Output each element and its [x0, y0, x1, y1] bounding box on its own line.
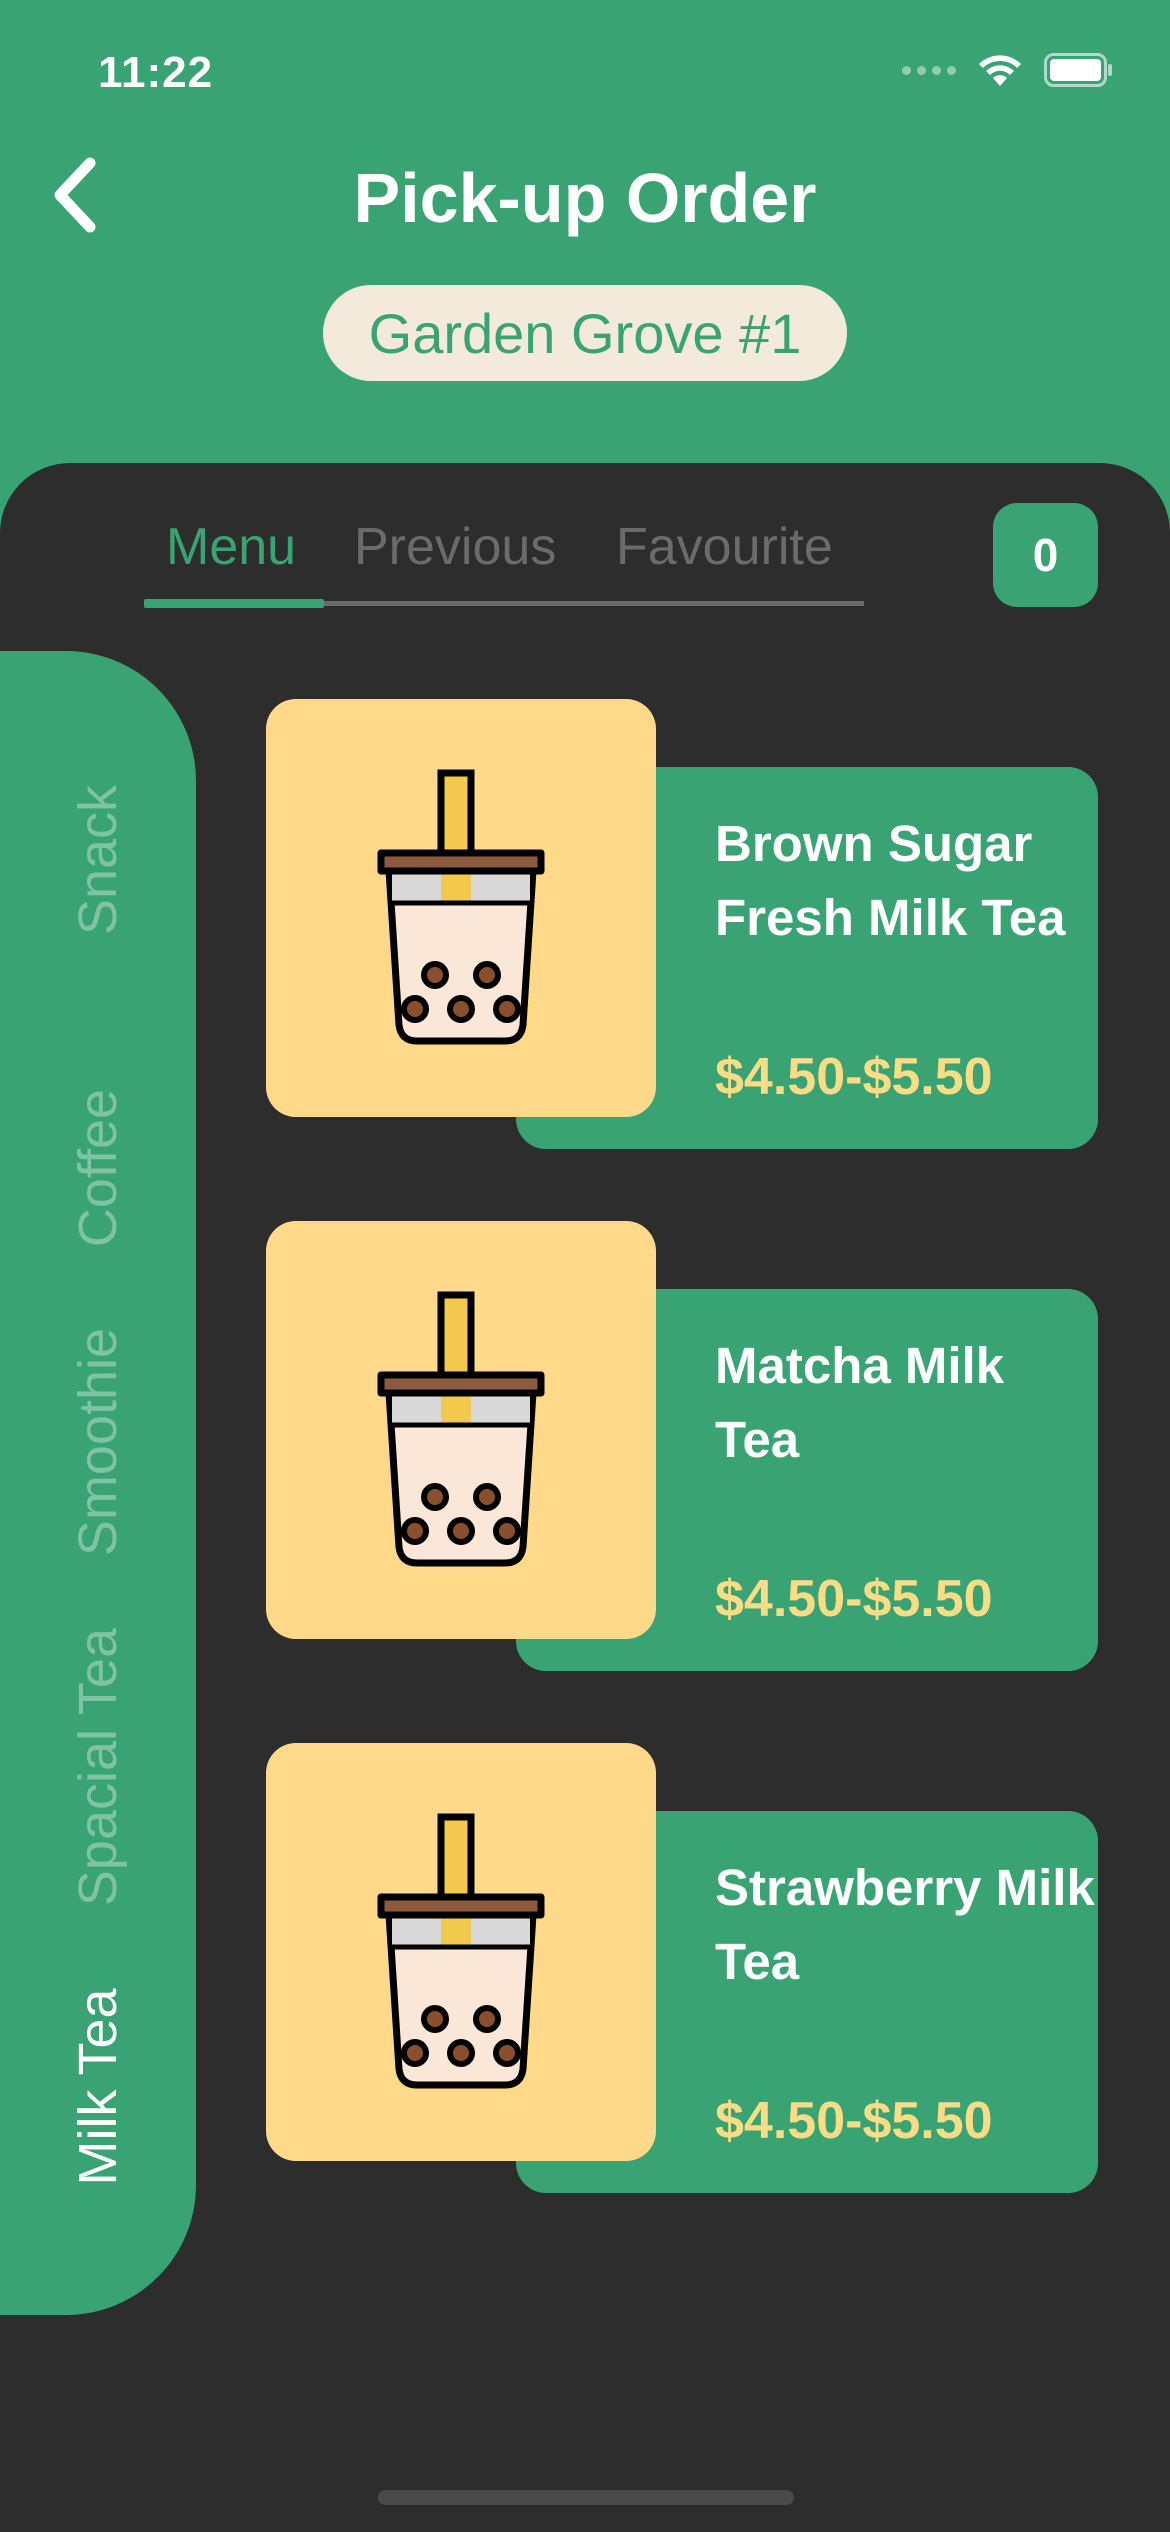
category-spacial-tea[interactable]: Spacial Tea [67, 1628, 129, 1906]
product-thumb [266, 699, 656, 1117]
category-snack[interactable]: Snack [67, 785, 129, 935]
bubble-tea-icon [377, 769, 545, 1045]
bubble-tea-icon [377, 1291, 545, 1567]
tab-menu[interactable]: Menu [166, 517, 296, 577]
status-time: 11:22 [98, 48, 214, 97]
store-selector[interactable]: Garden Grove #1 [323, 285, 847, 381]
tab-active-indicator [144, 599, 324, 608]
status-icons [902, 52, 1114, 88]
category-smoothie[interactable]: Smoothie [67, 1328, 129, 1556]
product-card[interactable]: Strawberry Milk Tea $4.50-$5.50 [266, 1743, 1098, 2193]
product-thumb [266, 1743, 656, 2161]
cellular-signal-icon [902, 65, 956, 75]
product-price: $4.50-$5.50 [715, 1570, 993, 1628]
battery-icon [1044, 53, 1114, 87]
product-price: $4.50-$5.50 [715, 2092, 993, 2150]
product-name: Matcha Milk Tea [715, 1337, 1005, 1468]
tab-bar: Menu Previous Favourite [144, 517, 864, 583]
pickup-order-screen: 11:22 Pick-up Order Garden Grove #1 Menu… [0, 0, 1170, 2532]
tab-favourite[interactable]: Favourite [616, 517, 833, 577]
bubble-tea-icon [377, 1813, 545, 2089]
home-indicator[interactable] [378, 2490, 794, 2505]
category-coffee[interactable]: Coffee [67, 1089, 129, 1247]
wifi-icon [976, 52, 1024, 88]
category-rail: Milk Tea Spacial Tea Smoothie Coffee Sna… [0, 651, 196, 2315]
cart-count-button[interactable]: 0 [993, 503, 1098, 607]
product-name: Brown Sugar Fresh Milk Tea [715, 815, 1066, 946]
category-milk-tea[interactable]: Milk Tea [67, 1988, 129, 2185]
product-price: $4.50-$5.50 [715, 1048, 993, 1106]
page-title: Pick-up Order [353, 159, 817, 237]
tab-previous[interactable]: Previous [354, 517, 556, 577]
product-thumb [266, 1221, 656, 1639]
product-name: Strawberry Milk Tea [715, 1859, 1095, 1990]
product-card[interactable]: Matcha Milk Tea $4.50-$5.50 [266, 1221, 1098, 1671]
product-card[interactable]: Brown Sugar Fresh Milk Tea $4.50-$5.50 [266, 699, 1098, 1149]
